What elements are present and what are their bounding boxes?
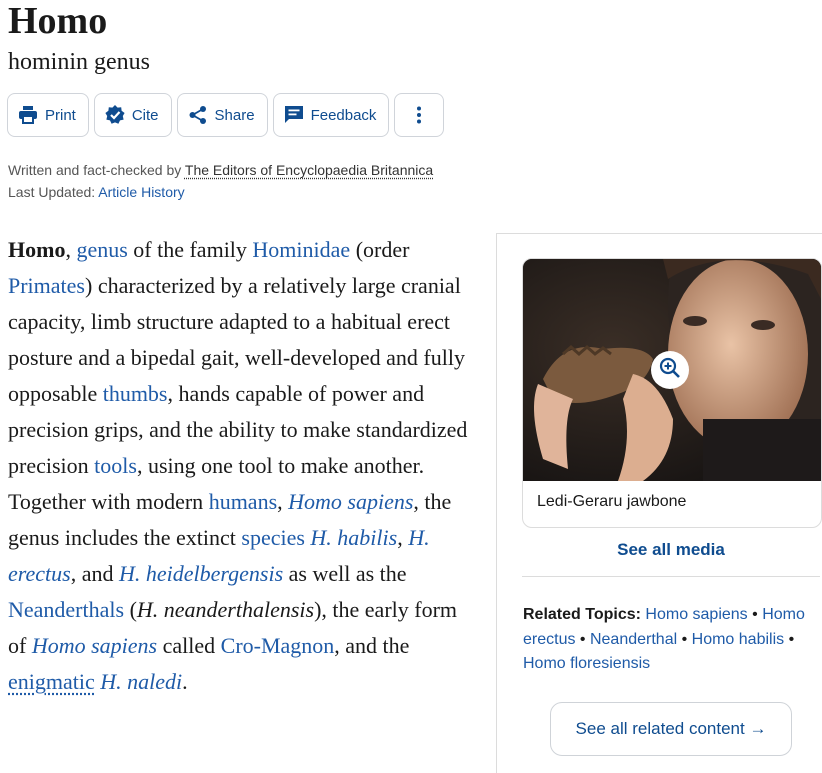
cite-button[interactable]: Cite	[93, 93, 172, 137]
link-h-heidelbergensis[interactable]: H. heidelbergensis	[119, 561, 283, 586]
separator: •	[677, 630, 692, 648]
lead-term: Homo	[8, 237, 66, 262]
link-species[interactable]: species	[241, 525, 305, 550]
printer-icon	[18, 106, 38, 124]
zoom-in-icon	[659, 357, 681, 384]
last-updated-line: Last Updated: Article History	[8, 181, 433, 203]
media-caption: Ledi-Geraru jawbone	[537, 493, 687, 510]
see-all-related-button[interactable]: See all related content →	[550, 702, 792, 756]
feedback-button[interactable]: Feedback	[272, 93, 390, 137]
text: ,	[277, 489, 289, 514]
media-card[interactable]: Ledi-Geraru jawbone	[522, 258, 822, 528]
text: of the family	[127, 237, 253, 262]
cite-label: Cite	[131, 106, 159, 124]
text: ,	[397, 525, 409, 550]
text: called	[157, 633, 221, 658]
text: as well as the	[283, 561, 407, 586]
verified-badge-icon	[105, 105, 125, 125]
page-title: Homo	[8, 0, 108, 42]
print-button[interactable]: Print	[7, 93, 89, 137]
more-options-button[interactable]	[394, 93, 445, 137]
share-label: Share	[214, 106, 255, 124]
related-topic-link[interactable]: Neanderthal	[590, 631, 677, 648]
text: (order	[350, 237, 410, 262]
related-topics-label: Related Topics:	[523, 606, 641, 623]
more-vertical-icon	[416, 106, 422, 124]
separator: •	[575, 630, 590, 648]
editors-link[interactable]: The Editors of Encyclopaedia Britannica	[185, 162, 433, 178]
related-topic-link[interactable]: Homo floresiensis	[523, 655, 650, 672]
share-icon	[188, 105, 208, 125]
text: (	[124, 597, 137, 622]
link-tools[interactable]: tools	[94, 453, 137, 478]
related-topics: Related Topics: Homo sapiens • Homo erec…	[523, 603, 818, 677]
link-neanderthals[interactable]: Neanderthals	[8, 597, 124, 622]
related-topic-link[interactable]: Homo sapiens	[645, 606, 747, 623]
written-by-prefix: Written and fact-checked by	[8, 162, 182, 178]
separator: •	[784, 630, 795, 648]
link-thumbs[interactable]: thumbs	[103, 381, 168, 406]
text: .	[182, 669, 188, 694]
media-image[interactable]	[523, 259, 821, 481]
feedback-icon	[284, 105, 304, 125]
see-all-media-link[interactable]: See all media	[522, 540, 820, 560]
link-homo-sapiens-2[interactable]: Homo sapiens	[32, 633, 157, 658]
link-primates[interactable]: Primates	[8, 273, 85, 298]
link-homo-sapiens[interactable]: Homo sapiens	[288, 489, 413, 514]
feedback-label: Feedback	[310, 106, 377, 124]
link-genus[interactable]: genus	[76, 237, 127, 262]
term-h-neanderthalensis: H. neanderthalensis	[136, 597, 315, 622]
article-history-link[interactable]: Article History	[98, 184, 184, 200]
link-humans[interactable]: humans	[209, 489, 277, 514]
last-updated-prefix: Last Updated:	[8, 184, 96, 200]
text: , and the	[334, 633, 410, 658]
written-by-line: Written and fact-checked by The Editors …	[8, 159, 433, 181]
zoom-button[interactable]	[651, 351, 689, 389]
page-subtitle: hominin genus	[8, 49, 150, 75]
link-hominidae[interactable]: Hominidae	[252, 237, 350, 262]
link-enigmatic[interactable]: enigmatic	[8, 669, 95, 694]
share-button[interactable]: Share	[176, 93, 268, 137]
text: , and	[70, 561, 119, 586]
article-toolbar: Print Cite Share Feedback	[7, 93, 445, 137]
separator: •	[747, 606, 763, 623]
link-h-habilis[interactable]: H. habilis	[310, 525, 397, 550]
sidebar-divider	[522, 576, 820, 577]
link-cro-magnon[interactable]: Cro-Magnon	[221, 633, 335, 658]
article-body: Homo, genus of the family Hominidae (ord…	[8, 232, 478, 700]
related-topic-link[interactable]: Homo habilis	[692, 631, 784, 648]
print-label: Print	[45, 106, 76, 124]
article-meta: Written and fact-checked by The Editors …	[8, 159, 433, 203]
link-h-naledi[interactable]: H. naledi	[100, 669, 182, 694]
text: ,	[65, 237, 77, 262]
